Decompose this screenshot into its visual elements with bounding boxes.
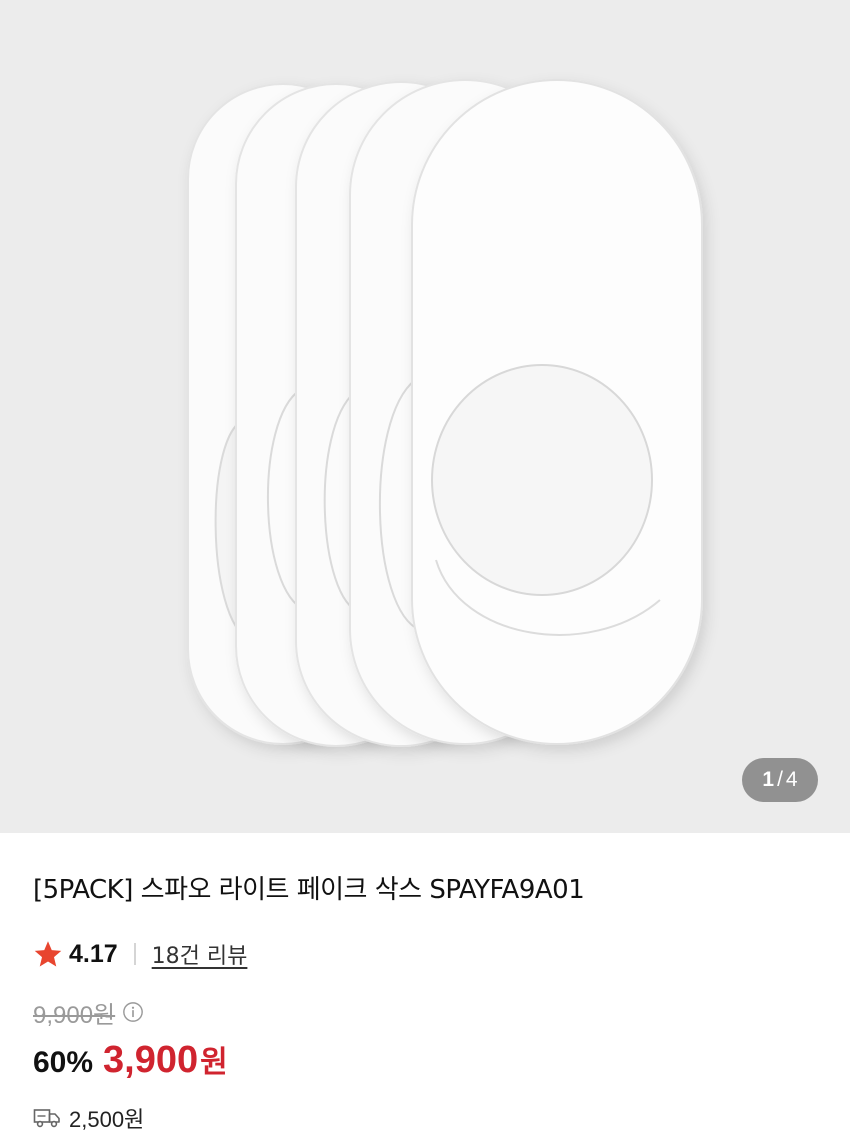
product-info: [5PACK] 스파오 라이트 페이크 삭스 SPAYFA9A01 4.17 1… <box>0 833 850 1133</box>
image-counter-current: 1 <box>762 768 775 791</box>
product-image-gallery[interactable]: 1 / 4 <box>0 0 850 833</box>
image-counter-separator: / <box>777 768 783 791</box>
sale-price: 3,900 <box>103 1039 199 1081</box>
review-count-link[interactable]: 18건 리뷰 <box>152 938 248 970</box>
truck-icon <box>33 1109 60 1128</box>
product-title: [5PACK] 스파오 라이트 페이크 삭스 SPAYFA9A01 <box>33 875 585 905</box>
image-counter-total: 4 <box>785 768 798 791</box>
discount-rate: 60% <box>33 1046 94 1079</box>
original-price-row: 9,900원 <box>33 997 817 1029</box>
original-price: 9,900원 <box>33 1001 116 1029</box>
product-image <box>187 79 703 747</box>
rating-row: 4.17 18건 리뷰 <box>33 937 817 971</box>
shipping-row: 2,500원 <box>33 1103 817 1133</box>
info-icon[interactable] <box>122 1001 144 1023</box>
sale-price-currency: 원 <box>200 1045 228 1080</box>
shipping-fee: 2,500원 <box>69 1107 145 1132</box>
star-icon <box>34 941 62 967</box>
rating-value: 4.17 <box>69 939 118 968</box>
sale-price-row: 60% 3,900 원 <box>33 1037 817 1081</box>
image-counter: 1 / 4 <box>742 758 818 802</box>
rating-divider <box>133 943 136 965</box>
